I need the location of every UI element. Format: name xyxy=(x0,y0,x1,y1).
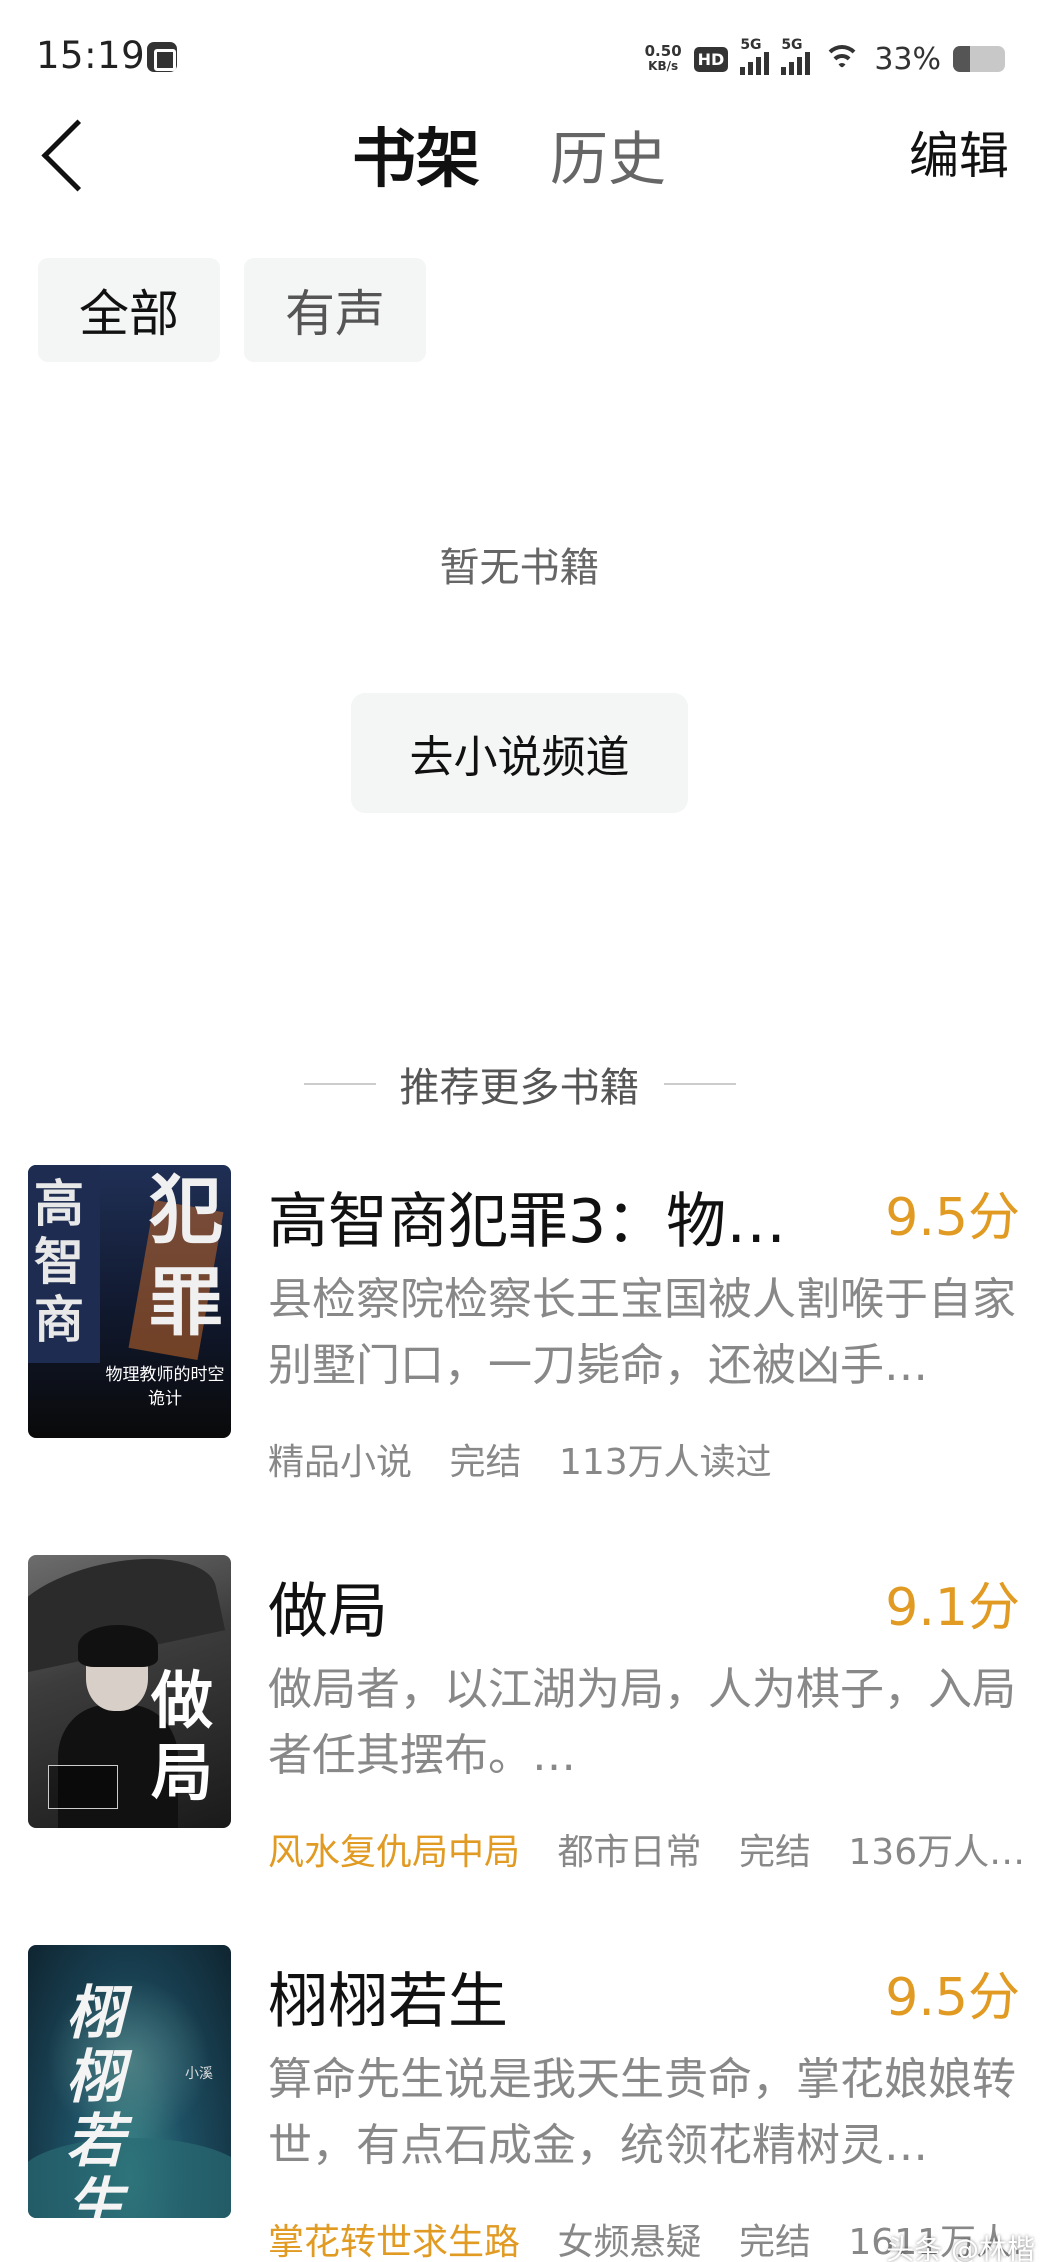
book-tag: 女频悬疑 xyxy=(557,2222,702,2262)
go-novel-channel-button[interactable]: 去小说频道 xyxy=(351,693,688,813)
cover-author: 小溪 xyxy=(185,2066,213,2082)
book-score: 9.1分 xyxy=(885,1578,1020,1638)
cover-title: 做局 xyxy=(151,1664,214,1809)
recommend-header: 推荐更多书籍 xyxy=(0,1055,1039,1113)
cover-tag xyxy=(48,1765,118,1809)
cover-title-vertical: 高智商 xyxy=(34,1175,84,1349)
wifi-icon xyxy=(822,43,862,75)
book-tag: 完结 xyxy=(449,1442,522,1483)
book-title[interactable]: 做局 xyxy=(268,1563,788,1650)
book-tag: 完结 xyxy=(738,1832,811,1873)
filter-audio[interactable]: 有声 xyxy=(244,258,426,362)
status-icons: 0.50 KB/s HD 5G 5G 33% xyxy=(645,36,1005,82)
battery-icon xyxy=(953,46,1005,72)
book-tag-highlight[interactable]: 掌花转世求生路 xyxy=(268,2222,520,2262)
sim1-network-label: 5G xyxy=(740,37,762,53)
hd-icon: HD xyxy=(693,46,729,72)
status-time: 15:19 xyxy=(36,34,146,77)
book-card[interactable]: 做局 做局 9.1分 做局者，以江湖为局，人为棋子，入局者任其摆布。… 风水复仇… xyxy=(28,1555,1025,1873)
book-tags: 风水复仇局中局 都市日常 完结 136万人… xyxy=(268,1823,1028,1875)
divider-left xyxy=(303,1083,376,1085)
book-tag: 113万人读过 xyxy=(558,1442,772,1483)
sim2-network-label: 5G xyxy=(781,37,803,53)
book-title[interactable]: 栩栩若生 xyxy=(268,1953,788,2040)
cover-title: 栩栩若生 xyxy=(66,1979,125,2218)
book-tags: 精品小说 完结 113万人读过 xyxy=(268,1433,1028,1485)
book-score: 9.5分 xyxy=(885,1968,1020,2028)
filter-all[interactable]: 全部 xyxy=(38,258,220,362)
book-description: 做局者，以江湖为局，人为棋子，入局者任其摆布。… xyxy=(268,1664,1016,1781)
screenshot-app-icon xyxy=(147,42,177,72)
tab-history[interactable]: 历史 xyxy=(550,112,666,196)
signal-icon-sim1: 5G xyxy=(740,37,770,75)
cover-title-big: 犯罪 xyxy=(149,1168,223,1346)
battery-percent: 33% xyxy=(874,41,941,77)
cover-figure-hair xyxy=(78,1625,158,1667)
book-tag: 精品小说 xyxy=(268,1442,413,1483)
book-description: 算命先生说是我天生贵命，掌花娘娘转世，有点石成金，统领花精树灵… xyxy=(268,2054,1016,2171)
book-tag-highlight[interactable]: 风水复仇局中局 xyxy=(268,1832,520,1873)
cover-subtitle: 物理教师的时空诡计 xyxy=(105,1365,225,1409)
edit-button[interactable]: 编辑 xyxy=(909,116,1009,188)
book-cover[interactable]: 做局 xyxy=(28,1555,231,1828)
tab-bookshelf[interactable]: 书架 xyxy=(352,108,480,200)
network-speed-unit: KB/s xyxy=(648,59,679,73)
back-arrow-icon[interactable] xyxy=(30,108,100,194)
recommend-title: 推荐更多书籍 xyxy=(399,1065,640,1111)
book-cover[interactable]: 高智商 犯罪 物理教师的时空诡计 xyxy=(28,1165,231,1438)
signal-icon-sim2: 5G xyxy=(781,37,811,75)
book-score: 9.5分 xyxy=(885,1188,1020,1248)
divider-right xyxy=(663,1083,736,1085)
network-speed-value: 0.50 xyxy=(644,42,682,60)
book-card[interactable]: 高智商 犯罪 物理教师的时空诡计 高智商犯罪3：物… 9.5分 县检察院检察长王… xyxy=(28,1165,1020,1483)
empty-shelf-message: 暂无书籍 xyxy=(439,545,600,591)
book-title[interactable]: 高智商犯罪3：物… xyxy=(268,1173,788,1260)
book-tag: 136万人… xyxy=(848,1832,1026,1873)
watermark: 头条 @林楷 xyxy=(886,2233,1035,2262)
book-tag: 都市日常 xyxy=(557,1832,702,1873)
top-nav: 书架 历史 编辑 xyxy=(0,100,1059,205)
network-speed: 0.50 KB/s xyxy=(645,44,682,74)
book-tag: 完结 xyxy=(738,2222,811,2262)
book-card[interactable]: 栩栩若生 小溪 栩栩若生 9.5分 算命先生说是我天生贵命，掌花娘娘转世，有点石… xyxy=(28,1945,1028,2262)
book-description: 县检察院检察长王宝国被人割喉于自家别墅门口，一刀毙命，还被凶手… xyxy=(268,1274,1016,1391)
book-cover[interactable]: 栩栩若生 小溪 xyxy=(28,1945,231,2218)
filter-chips: 全部 有声 xyxy=(38,258,426,362)
